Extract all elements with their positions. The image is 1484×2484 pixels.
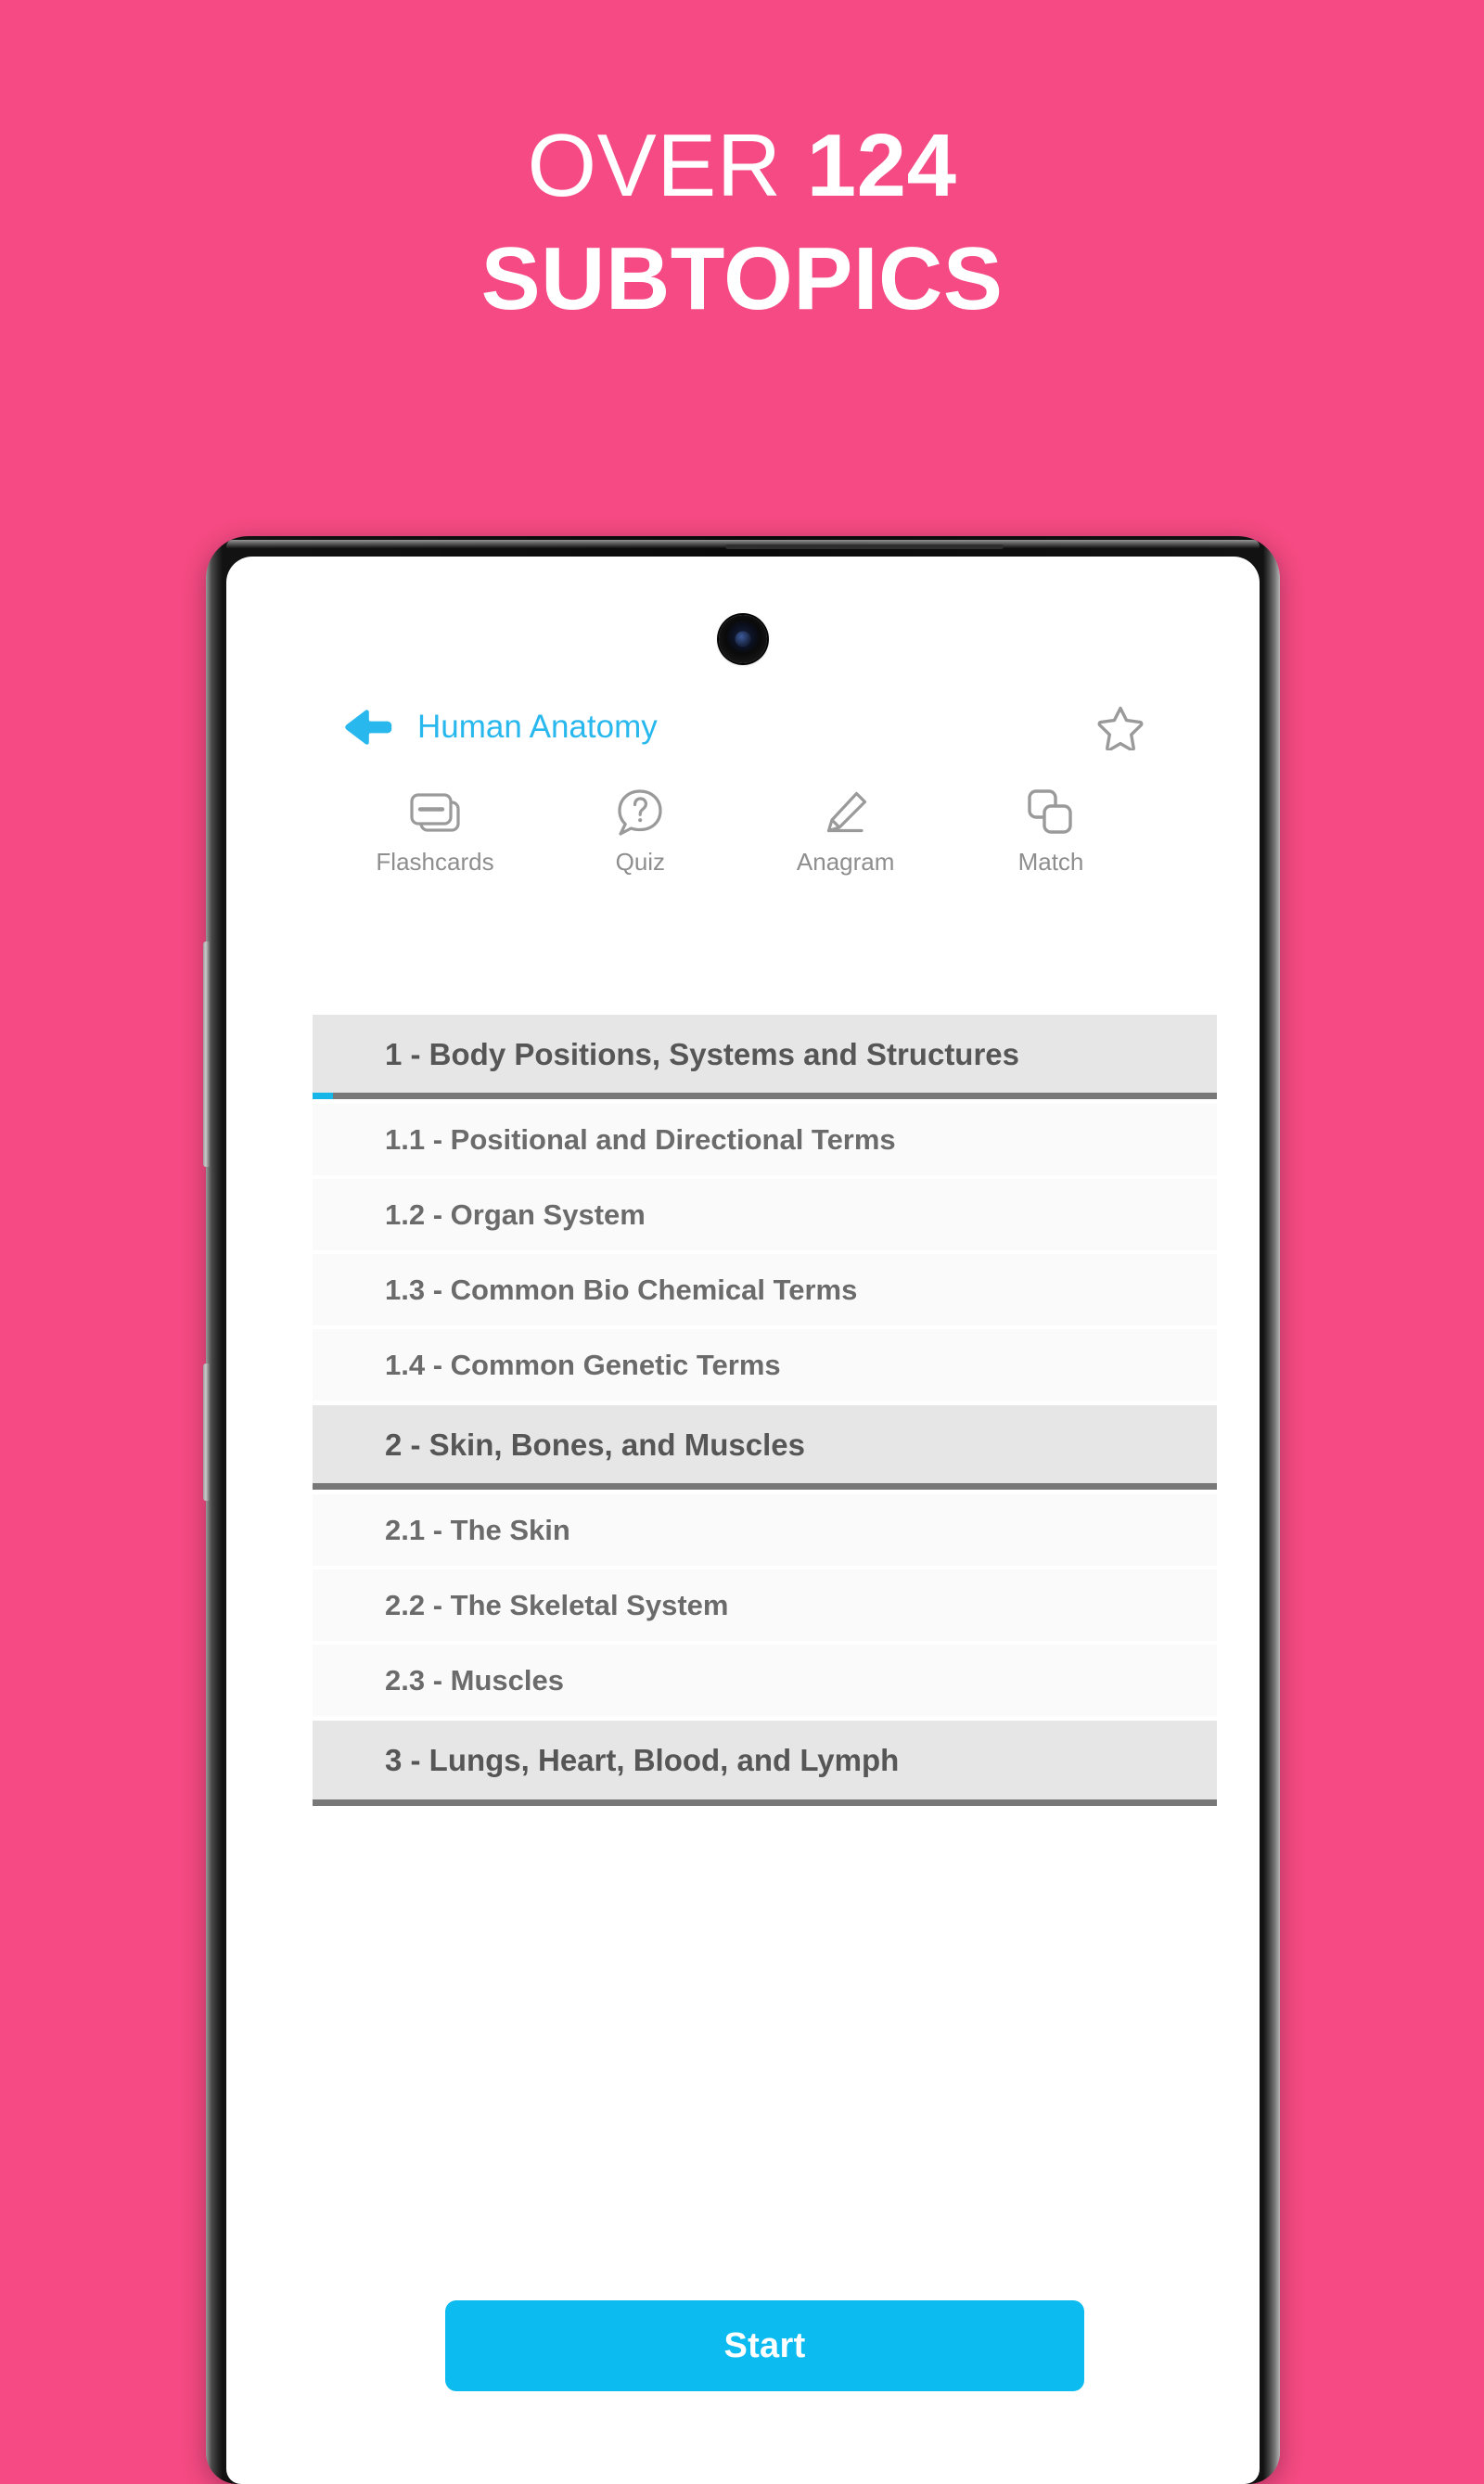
topic-item-label: 2.3 - Muscles: [385, 1663, 564, 1697]
topic-item-row[interactable]: 2.2 - The Skeletal System: [313, 1569, 1217, 1642]
promo-headline: OVER 124 SUBTOPICS: [0, 121, 1484, 325]
volume-button[interactable]: [203, 941, 210, 1167]
front-camera-icon: [719, 615, 767, 663]
start-button[interactable]: Start: [445, 2300, 1084, 2391]
power-button[interactable]: [203, 1364, 210, 1501]
app-title: Human Anatomy: [417, 709, 658, 745]
topic-item-row[interactable]: 2.1 - The Skin: [313, 1494, 1217, 1567]
tab-quiz-label: Quiz: [615, 848, 666, 876]
star-outline-icon: [1097, 706, 1144, 750]
promo-headline-prefix: OVER: [527, 116, 782, 215]
favorite-button[interactable]: [1094, 701, 1146, 753]
topic-item-label: 2.1 - The Skin: [385, 1513, 570, 1546]
tab-flashcards-label: Flashcards: [376, 848, 494, 876]
topic-item-row[interactable]: 1.1 - Positional and Directional Terms: [313, 1104, 1217, 1176]
promo-headline-line-1: OVER 124: [0, 121, 1484, 211]
overlapping-squares-icon: [1022, 787, 1080, 839]
tab-match-label: Match: [1017, 848, 1084, 876]
app-header: Human Anatomy: [226, 691, 1260, 763]
pencil-icon: [817, 787, 875, 839]
topic-item-label: 2.2 - The Skeletal System: [385, 1588, 729, 1621]
back-button[interactable]: [342, 707, 394, 748]
phone-screen: Human Anatomy Flashcards Quiz Anagram Ma…: [226, 557, 1260, 2484]
topic-item-label: 1.4 - Common Genetic Terms: [385, 1348, 781, 1381]
topic-item-row[interactable]: 1.4 - Common Genetic Terms: [313, 1329, 1217, 1402]
topic-section-row[interactable]: 2 - Skin, Bones, and Muscles: [313, 1405, 1217, 1491]
topic-item-row[interactable]: 2.3 - Muscles: [313, 1645, 1217, 1717]
question-bubble-icon: [611, 787, 669, 839]
mode-tabs: Flashcards Quiz Anagram Match: [347, 787, 1139, 877]
promo-headline-line-2: SUBTOPICS: [480, 228, 1004, 328]
topic-item-label: 1.3 - Common Bio Chemical Terms: [385, 1273, 858, 1306]
tab-anagram-label: Anagram: [796, 848, 895, 876]
earpiece-slit: [725, 544, 1004, 549]
topic-item-row[interactable]: 1.3 - Common Bio Chemical Terms: [313, 1254, 1217, 1326]
topic-section-row[interactable]: 3 - Lungs, Heart, Blood, and Lymph: [313, 1721, 1217, 1806]
topic-item-label: 1.2 - Organ System: [385, 1197, 646, 1231]
phone-mockup: Human Anatomy Flashcards Quiz Anagram Ma…: [203, 536, 1280, 2484]
flashcards-icon: [406, 787, 464, 839]
back-arrow-icon: [345, 710, 392, 745]
topic-section-label: 3 - Lungs, Heart, Blood, and Lymph: [385, 1743, 900, 1778]
topic-section-label: 1 - Body Positions, Systems and Structur…: [385, 1037, 1020, 1071]
topic-item-row[interactable]: 1.2 - Organ System: [313, 1179, 1217, 1251]
topic-item-label: 1.1 - Positional and Directional Terms: [385, 1122, 896, 1156]
tab-anagram[interactable]: Anagram: [758, 787, 934, 877]
tab-quiz[interactable]: Quiz: [552, 787, 728, 877]
topic-section-label: 2 - Skin, Bones, and Muscles: [385, 1428, 805, 1463]
tab-match[interactable]: Match: [963, 787, 1139, 877]
topic-section-row[interactable]: 1 - Body Positions, Systems and Structur…: [313, 1015, 1217, 1100]
promo-headline-number: 124: [806, 116, 957, 215]
topic-list[interactable]: 1 - Body Positions, Systems and Structur…: [313, 1015, 1217, 2262]
tab-flashcards[interactable]: Flashcards: [347, 787, 523, 877]
